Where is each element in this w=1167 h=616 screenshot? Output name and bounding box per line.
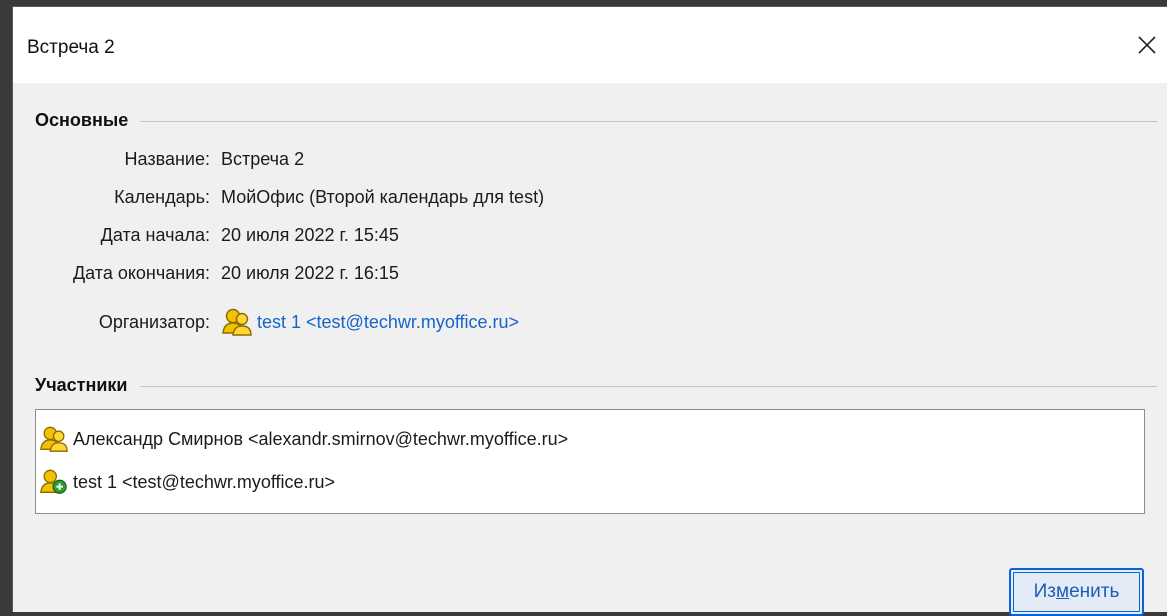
section-divider [139,385,1157,387]
end-date-label: Дата окончания: [72,262,210,283]
section-divider [140,120,1157,122]
edit-label-prefix: Из [1033,581,1057,602]
name-label: Название: [124,148,210,169]
participants-section-label: Участники [35,374,128,395]
list-item[interactable]: Александр Смирнов <alexandr.smirnov@tech… [39,424,568,454]
edit-button-label: Изменить [1034,581,1120,603]
calendar-value: МойОфис (Второй календарь для test) [221,186,545,207]
general-section-header: Основные [35,108,1157,132]
edit-button[interactable]: Изменить [1009,568,1144,616]
participants-list[interactable]: Александр Смирнов <alexandr.smirnov@tech… [35,409,1145,514]
participant-name: test 1 <test@techwr.myoffice.ru> [73,471,336,492]
edit-label-suffix: енить [1069,581,1120,602]
title-bar: Встреча 2 [13,7,1167,83]
organizer-link[interactable]: test 1 <test@techwr.myoffice.ru> [257,312,519,333]
window-title: Встреча 2 [27,37,115,58]
name-value: Встреча 2 [221,148,305,169]
field-end-date: Дата окончания: 20 июля 2022 г. 16:15 [13,260,399,286]
list-item[interactable]: test 1 <test@techwr.myoffice.ru> [39,467,335,497]
organizer-label: Организатор: [98,311,210,332]
participants-section-header: Участники [35,373,1157,397]
close-button[interactable] [1127,25,1167,65]
end-date-value: 20 июля 2022 г. 16:15 [221,262,399,283]
start-date-value: 20 июля 2022 г. 15:45 [221,224,399,245]
event-dialog: Встреча 2 Основные Название: Встреча 2 К… [12,6,1167,616]
close-icon [1138,36,1156,54]
edit-label-mnemonic: м [1056,581,1070,602]
calendar-label: Календарь: [114,186,210,207]
dialog-content: Основные Название: Встреча 2 Календарь: … [13,83,1167,616]
person-accepted-icon [40,469,67,494]
person-icon [222,308,252,336]
organizer-value[interactable]: test 1 <test@techwr.myoffice.ru> [221,306,519,338]
field-calendar: Календарь: МойОфис (Второй календарь для… [13,184,544,210]
person-icon [40,426,68,452]
general-section-label: Основные [35,109,129,130]
field-start-date: Дата начала: 20 июля 2022 г. 15:45 [13,222,399,248]
participant-name: Александр Смирнов <alexandr.smirnov@tech… [73,428,569,449]
start-date-label: Дата начала: [100,224,210,245]
field-organizer: Организатор: test 1 <test@techwr.myoffic… [13,305,519,339]
field-name: Название: Встреча 2 [13,146,305,172]
